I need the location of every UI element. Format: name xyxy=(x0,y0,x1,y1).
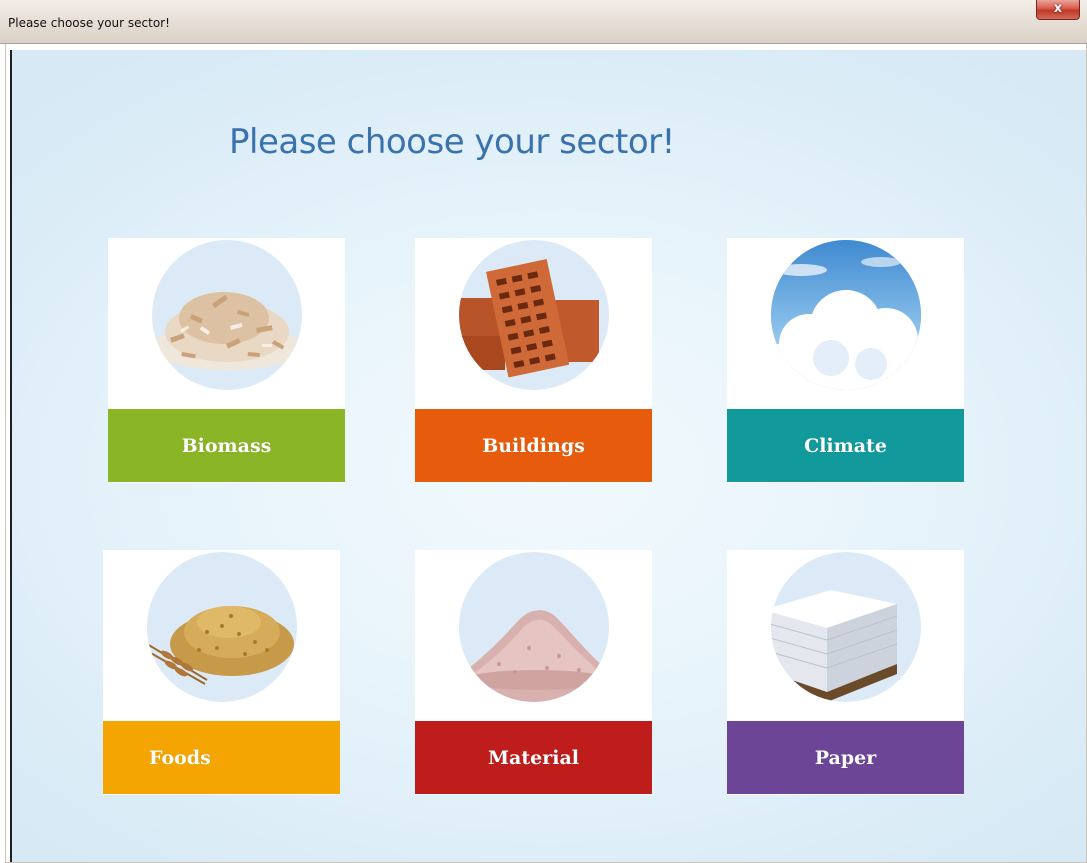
sector-label-foods: Foods xyxy=(103,721,340,794)
sector-card-material[interactable]: Material xyxy=(415,550,652,795)
window-title: Please choose your sector! xyxy=(8,16,170,30)
sector-selection-panel: Please choose your sector! Biomass Build… xyxy=(10,50,1086,862)
wood-chips-icon xyxy=(152,240,302,390)
sector-label-biomass: Biomass xyxy=(108,409,345,482)
close-button[interactable]: x xyxy=(1036,0,1080,20)
bricks-icon xyxy=(459,240,609,390)
sector-label-material: Material xyxy=(415,721,652,794)
sector-card-climate[interactable]: Climate xyxy=(727,238,964,483)
sector-label-climate: Climate xyxy=(727,409,964,482)
sector-card-biomass[interactable]: Biomass xyxy=(108,238,345,483)
sector-label-paper: Paper xyxy=(727,721,964,794)
powder-pile-icon xyxy=(459,552,609,702)
sector-label-buildings: Buildings xyxy=(415,409,652,482)
window-titlebar: Please choose your sector! x xyxy=(0,0,1087,44)
sector-card-foods[interactable]: Foods xyxy=(103,550,340,795)
sector-card-buildings[interactable]: Buildings xyxy=(415,238,652,483)
cloud-sky-icon xyxy=(771,240,921,390)
close-icon: x xyxy=(1053,1,1063,16)
sector-card-paper[interactable]: Paper xyxy=(727,550,964,795)
page-title: Please choose your sector! xyxy=(229,122,675,162)
window-body: Please choose your sector! Biomass Build… xyxy=(5,44,1087,863)
grain-wheat-icon xyxy=(147,552,297,702)
paper-stack-icon xyxy=(771,552,921,702)
